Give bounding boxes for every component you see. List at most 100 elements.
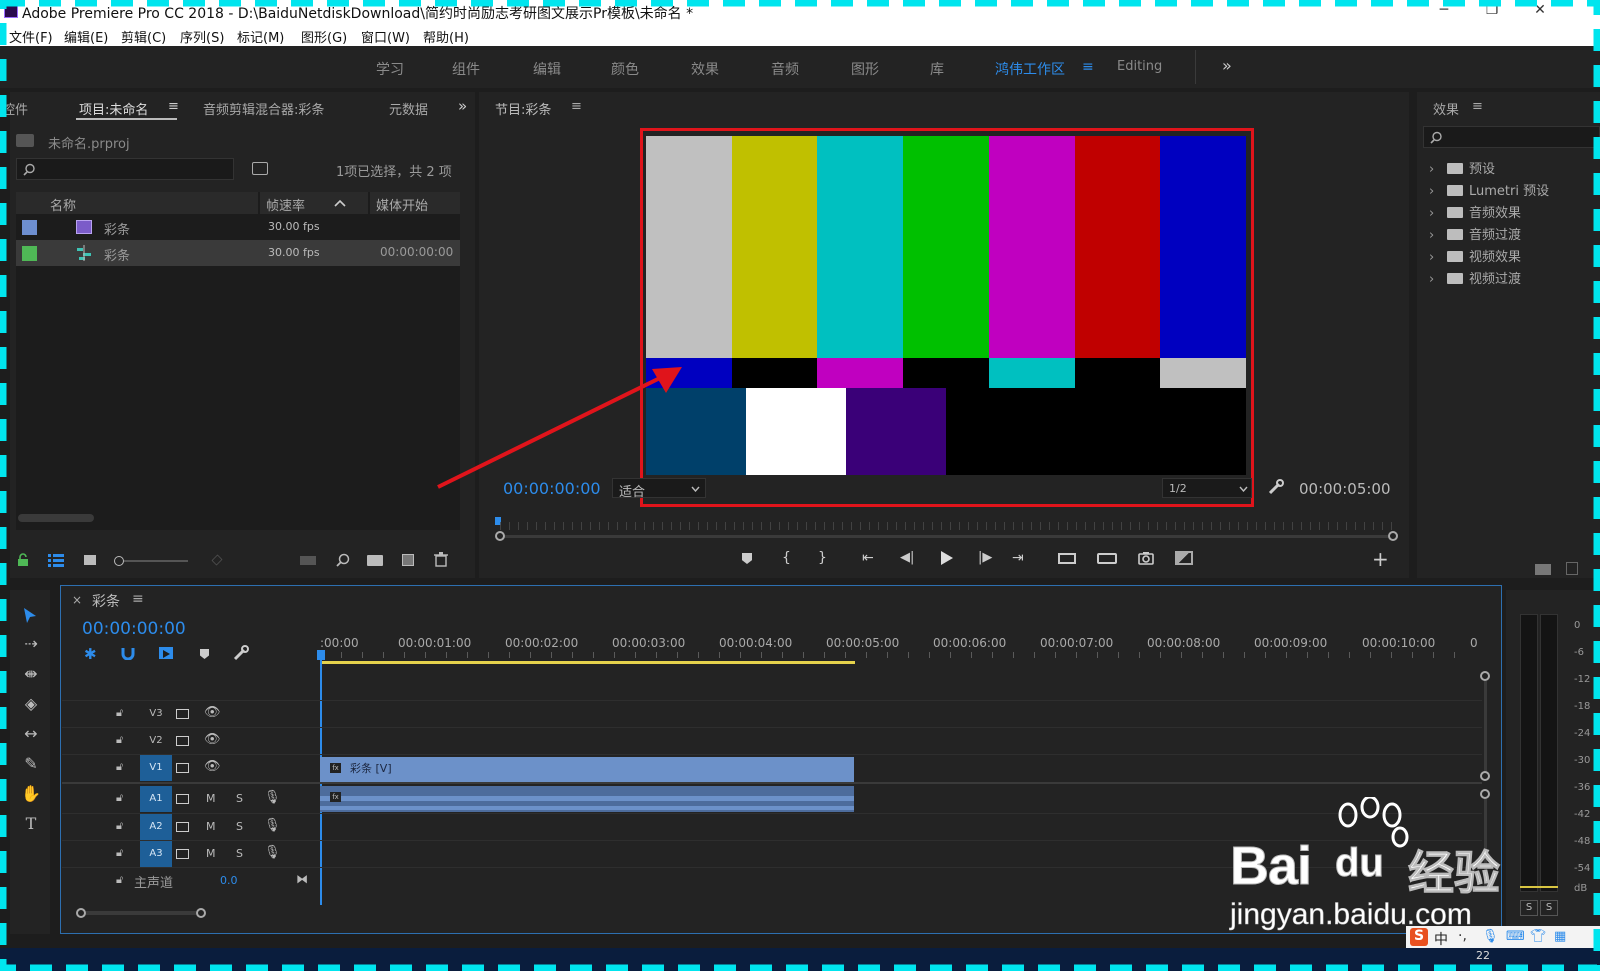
play-icon[interactable] (940, 550, 954, 566)
list-view-icon[interactable] (48, 553, 64, 567)
ime-punct-label[interactable]: ·, (1458, 928, 1467, 944)
eye-icon[interactable]: 👁︎ (204, 705, 221, 720)
mark-in-icon[interactable]: { (782, 550, 791, 566)
delete-effect-icon[interactable] (1566, 562, 1578, 575)
master-volume-value[interactable]: 0.0 (220, 874, 238, 887)
ime-toolbar[interactable]: S 中 ·, 🎙︎ ⌨ 👕︎ ▦ (1406, 926, 1600, 950)
lift-icon[interactable] (1058, 553, 1076, 564)
tab-controls[interactable]: 控件 (2, 99, 28, 118)
pen-tool-icon[interactable]: ✎ (18, 754, 44, 778)
track-lock-icon[interactable]: 🔓︎ (116, 819, 123, 833)
track-target-v1[interactable]: V1 (140, 755, 172, 781)
zoom-level-select[interactable]: 适合 (612, 478, 706, 500)
menu-help[interactable]: 帮助(H) (423, 27, 469, 46)
track-lock-icon[interactable]: 🔓︎ (116, 706, 123, 720)
selection-tool-icon[interactable] (22, 607, 38, 625)
keyboard-icon[interactable]: ⌨ (1506, 929, 1525, 944)
tab-audio-mixer[interactable]: 音频剪辑混合器:彩条 (203, 99, 324, 118)
horizontal-zoom-left-handle[interactable] (76, 908, 86, 918)
track-lock-icon[interactable]: 🔓︎ (116, 846, 123, 860)
menu-edit[interactable]: 编辑(E) (64, 27, 108, 46)
mute-button[interactable]: M (206, 847, 216, 860)
playhead-timecode[interactable]: 00:00:00:00 (503, 479, 601, 498)
eye-icon[interactable]: 👁︎ (204, 759, 221, 774)
effects-item-video-effects[interactable]: › 视频效果 (1429, 246, 1521, 265)
menu-clip[interactable]: 剪辑(C) (121, 27, 166, 46)
hand-tool-icon[interactable]: ✋ (18, 784, 44, 808)
track-target-a2[interactable]: A2 (140, 814, 172, 840)
microphone-icon[interactable]: 🎙︎ (264, 790, 281, 805)
workspace-audio[interactable]: 音频 (771, 59, 799, 79)
effects-item-audio-transitions[interactable]: › 音频过渡 (1429, 224, 1521, 243)
track-target-a1[interactable]: A1 (140, 786, 172, 812)
track-sync-lock-icon[interactable] (176, 849, 189, 859)
effects-menu-icon[interactable]: ≡ (1472, 99, 1483, 114)
column-frame-rate[interactable]: 帧速率 (260, 192, 368, 214)
solo-button[interactable]: S (236, 792, 243, 805)
workspace-libraries[interactable]: 库 (930, 59, 944, 79)
eye-icon[interactable]: 👁︎ (204, 732, 221, 747)
effects-search-input[interactable] (1423, 126, 1600, 148)
nest-toggle-icon[interactable]: ✱ (84, 645, 97, 663)
effects-item-audio-effects[interactable]: › 音频效果 (1429, 202, 1521, 221)
snap-magnet-icon[interactable] (121, 646, 135, 660)
workspace-effects[interactable]: 效果 (691, 59, 719, 79)
slip-tool-icon[interactable]: ↔ (18, 724, 44, 748)
ime-mode-label[interactable]: 中 (1434, 929, 1448, 949)
track-target-v2[interactable]: V2 (140, 728, 172, 754)
timeline-settings-wrench-icon[interactable] (233, 645, 249, 661)
workspace-overflow-icon[interactable]: » (1222, 56, 1232, 75)
workspace-graphics[interactable]: 图形 (851, 59, 879, 79)
go-to-in-icon[interactable]: ⇤ (862, 550, 874, 566)
horizontal-zoom-track[interactable] (86, 911, 196, 915)
workspace-menu-icon[interactable]: ≡ (1082, 59, 1094, 75)
razor-tool-icon[interactable]: ◈ (18, 694, 44, 718)
settings-wrench-icon[interactable] (1268, 479, 1284, 495)
mute-button[interactable]: M (206, 792, 216, 805)
vertical-zoom-handle[interactable] (1480, 771, 1490, 781)
track-target-v3[interactable]: V3 (140, 701, 172, 727)
project-item-row-selected[interactable]: 彩条 30.00 fps 00:00:00:00 (16, 240, 460, 266)
extract-icon[interactable] (1097, 553, 1117, 564)
horizontal-zoom-right-handle[interactable] (196, 908, 206, 918)
close-button[interactable]: ✕ (1520, 2, 1560, 22)
workspace-editing-en[interactable]: Editing (1117, 59, 1162, 74)
new-item-icon[interactable] (402, 554, 414, 566)
track-sync-lock-icon[interactable] (176, 822, 189, 832)
lock-icon[interactable] (16, 553, 30, 567)
close-tab-icon[interactable]: × (72, 593, 82, 607)
microphone-icon[interactable]: 🎙︎ (264, 818, 281, 833)
new-search-bin-icon[interactable] (252, 162, 268, 175)
workspace-editing[interactable]: 编辑 (533, 59, 561, 79)
go-to-end-icon[interactable]: ⧓ (296, 872, 308, 886)
comparison-view-icon[interactable] (1175, 551, 1193, 565)
go-to-out-icon[interactable]: ⇥ (1012, 550, 1024, 566)
solo-left-button[interactable]: S (1520, 900, 1538, 916)
effects-item-video-transitions[interactable]: › 视频过渡 (1429, 268, 1521, 287)
column-name[interactable]: 名称 (16, 192, 258, 214)
horizontal-scrollbar[interactable] (18, 514, 94, 522)
effects-panel-title[interactable]: 效果 (1433, 99, 1459, 118)
track-sync-lock-icon[interactable] (176, 794, 189, 804)
track-lock-icon[interactable]: 🔓︎ (116, 873, 123, 887)
workspace-assembly[interactable]: 组件 (452, 59, 480, 79)
track-lock-icon[interactable]: 🔓︎ (116, 791, 123, 805)
maximize-button[interactable]: ❐ (1472, 2, 1512, 22)
zoom-bar-right-handle[interactable] (1388, 531, 1398, 541)
export-frame-camera-icon[interactable] (1138, 551, 1154, 565)
mute-button[interactable]: M (206, 820, 216, 833)
effects-item-presets[interactable]: › 预设 (1429, 158, 1495, 177)
project-search-input[interactable] (16, 158, 234, 180)
workspace-custom[interactable]: 鸿伟工作区 (995, 59, 1065, 79)
mark-out-icon[interactable]: } (818, 550, 827, 566)
zoom-slider-handle[interactable] (114, 556, 124, 566)
playback-resolution-select[interactable]: 1/2 (1162, 478, 1252, 498)
automate-to-sequence-icon[interactable] (300, 556, 316, 565)
timeline-menu-icon[interactable]: ≡ (132, 591, 144, 607)
menu-sequence[interactable]: 序列(S) (180, 27, 224, 46)
tab-metadata[interactable]: 元数据 (389, 99, 428, 118)
zoom-bar-track[interactable] (505, 535, 1388, 538)
program-menu-icon[interactable]: ≡ (571, 99, 582, 114)
vertical-zoom-handle[interactable] (1480, 671, 1490, 681)
track-sync-lock-icon[interactable] (176, 763, 189, 773)
